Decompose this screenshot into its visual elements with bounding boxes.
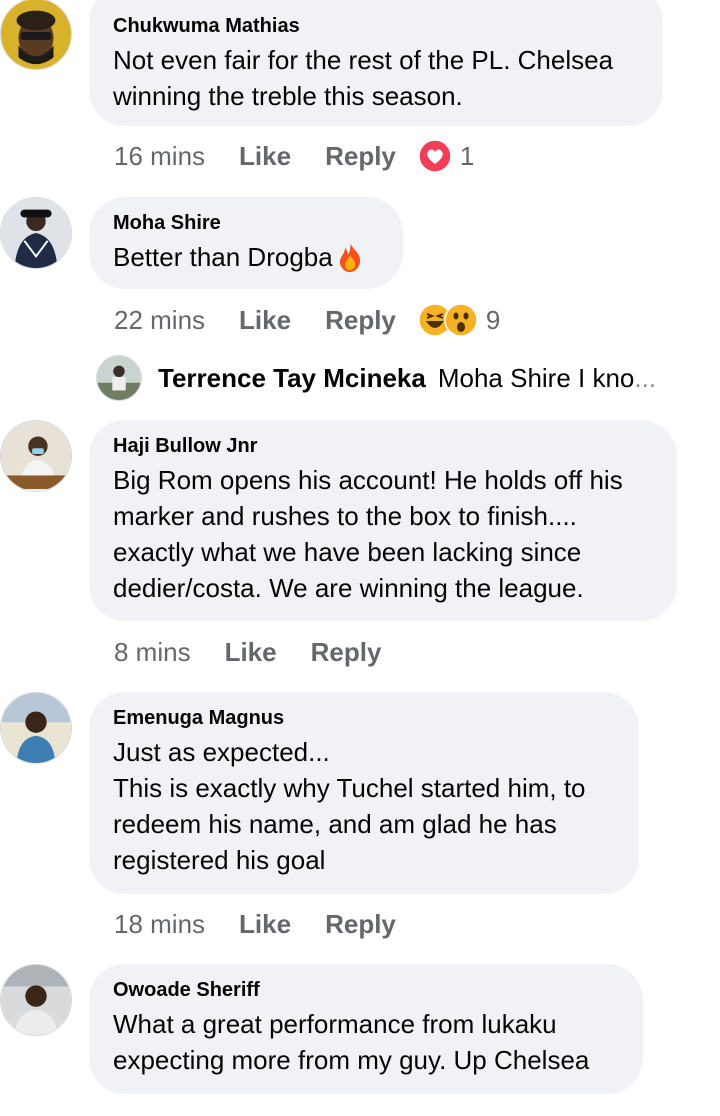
avatar-image xyxy=(1,693,71,763)
reaction-summary[interactable]: 9 xyxy=(418,303,500,337)
fire-emoji-icon xyxy=(339,243,360,272)
reply-button[interactable]: Reply xyxy=(311,637,382,668)
like-button[interactable]: Like xyxy=(239,909,291,940)
comment-meta: 22 mins Like Reply 9 xyxy=(114,302,500,338)
avatar-moha-shire[interactable] xyxy=(0,197,72,269)
comment-author[interactable]: Haji Bullow Jnr xyxy=(113,434,653,458)
like-button[interactable]: Like xyxy=(239,305,291,336)
comment-time[interactable]: 8 mins xyxy=(114,637,191,668)
reply-button[interactable]: Reply xyxy=(325,141,396,172)
avatar-haji-bullow-jnr[interactable] xyxy=(0,420,72,492)
avatar-terrence-tay-mcineka[interactable] xyxy=(96,355,142,401)
comment-text: Not even fair for the rest of the PL. Ch… xyxy=(113,45,614,111)
reply-text: Moha Shire I kno xyxy=(437,362,635,393)
reply-author[interactable]: Terrence Tay Mcineka xyxy=(158,363,426,394)
reaction-summary[interactable]: 1 xyxy=(418,139,474,173)
comment-text: What a great performance from lukaku exp… xyxy=(113,1009,590,1075)
comment-bubble: Emenuga Magnus Just as expected... This … xyxy=(89,692,639,894)
avatar-image xyxy=(1,421,71,491)
comment-text: Big Rom opens his account! He holds off … xyxy=(113,465,623,603)
reply-ellipsis: ... xyxy=(634,362,657,393)
avatar-emenuga-magnus[interactable] xyxy=(0,692,72,764)
avatar-image xyxy=(1,0,71,69)
like-button[interactable]: Like xyxy=(225,637,277,668)
comment-bubble: Moha Shire Better than Drogba xyxy=(89,197,403,289)
avatar-image xyxy=(1,965,71,1035)
comment-bubble: Owoade Sheriff What a great performance … xyxy=(89,964,643,1094)
reaction-count: 9 xyxy=(485,304,501,335)
comment-time[interactable]: 22 mins xyxy=(114,305,205,336)
avatar-image xyxy=(1,198,71,268)
avatar-image xyxy=(97,356,141,400)
comment-author[interactable]: Chukwuma Mathias xyxy=(113,14,639,38)
comment-meta: 18 mins Like Reply xyxy=(114,906,430,942)
comment-author[interactable]: Emenuga Magnus xyxy=(113,706,615,730)
comment-time[interactable]: 16 mins xyxy=(114,141,205,172)
reaction-count: 1 xyxy=(459,140,475,171)
comment-text: Better than Drogba xyxy=(113,242,333,272)
wow-reaction-icon xyxy=(444,303,478,337)
reply-button[interactable]: Reply xyxy=(325,909,396,940)
comment-text: Just as expected... This is exactly why … xyxy=(113,737,586,875)
comment-bubble: Chukwuma Mathias Not even fair for the r… xyxy=(89,0,663,126)
comment-author[interactable]: Moha Shire xyxy=(113,211,379,235)
comment-meta: 8 mins Like Reply xyxy=(114,634,415,670)
reply-preview[interactable]: Terrence Tay Mcineka Moha Shire I kno... xyxy=(96,352,716,404)
avatar-chukwuma-mathias[interactable] xyxy=(0,0,72,70)
comment-author[interactable]: Owoade Sheriff xyxy=(113,978,619,1002)
heart-reaction-icon xyxy=(418,139,452,173)
comment-time[interactable]: 18 mins xyxy=(114,909,205,940)
like-button[interactable]: Like xyxy=(239,141,291,172)
comment-meta: 16 mins Like Reply 1 xyxy=(114,138,474,174)
avatar-owoade-sheriff[interactable] xyxy=(0,964,72,1036)
comment-bubble: Haji Bullow Jnr Big Rom opens his accoun… xyxy=(89,420,677,621)
reply-button[interactable]: Reply xyxy=(325,305,396,336)
comment-text-row: Better than Drogba xyxy=(113,239,379,275)
